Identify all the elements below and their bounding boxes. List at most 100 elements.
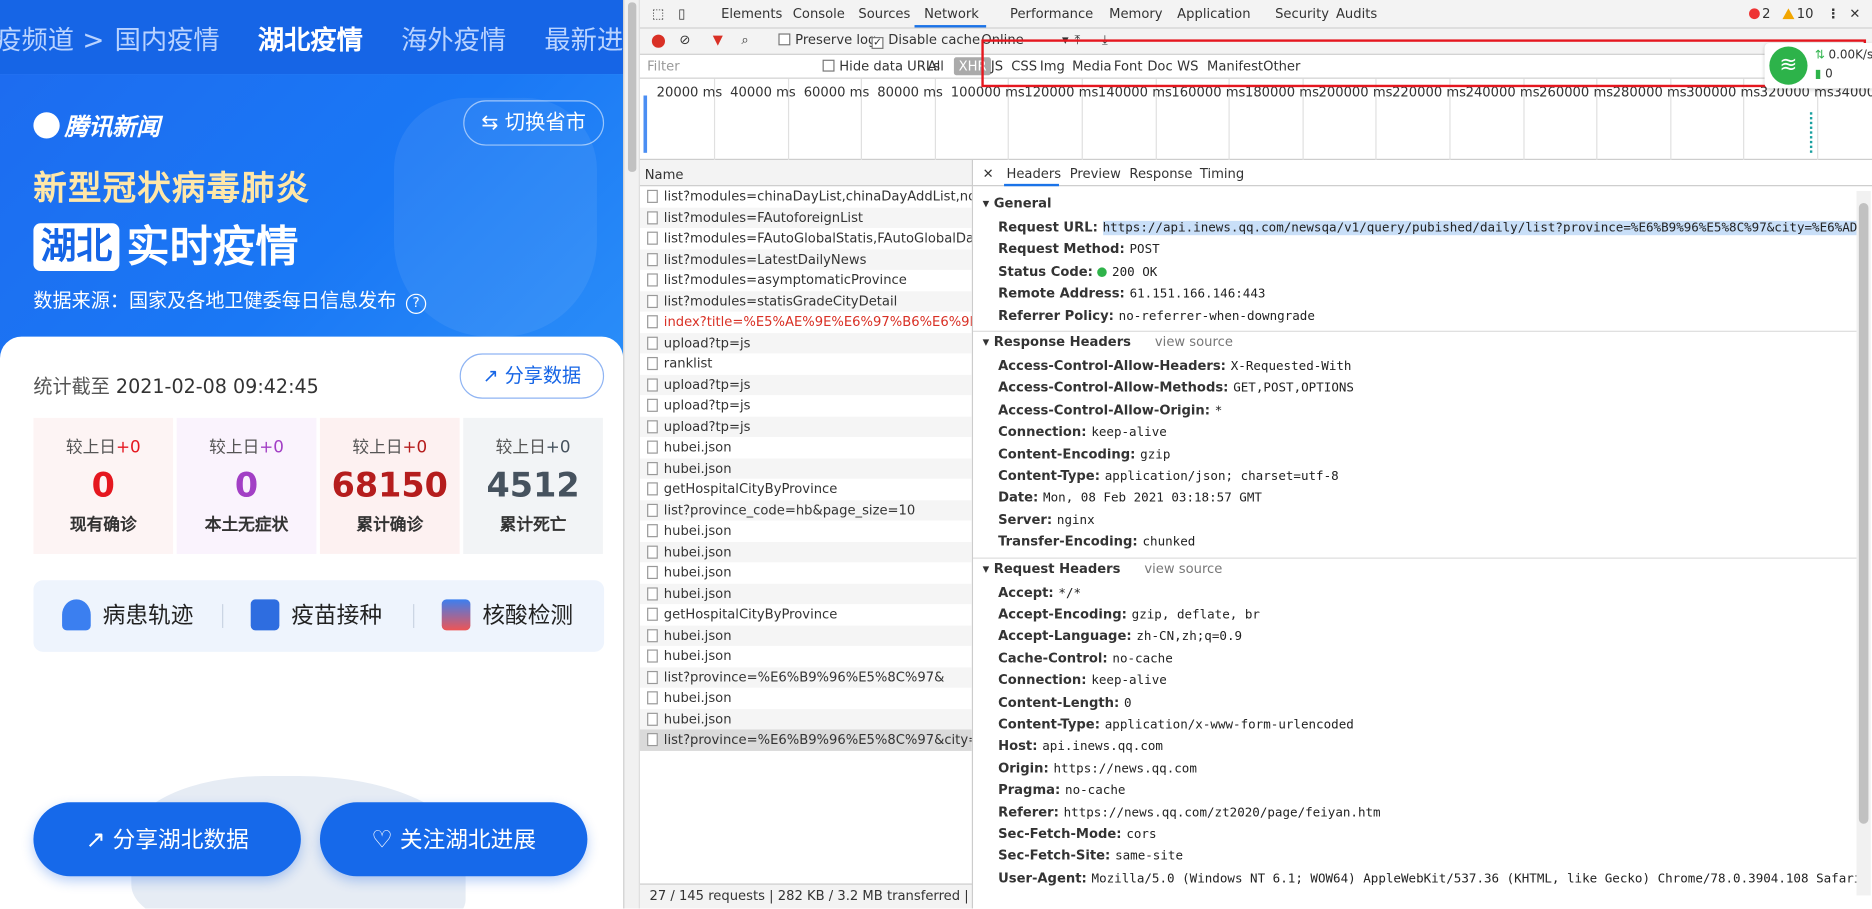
header-value[interactable]: gzip, deflate, br	[1132, 608, 1260, 622]
header-value[interactable]: zh-CN,zh;q=0.9	[1136, 630, 1242, 644]
header-value[interactable]: no-referrer-when-downgrade	[1119, 309, 1315, 323]
header-value[interactable]: keep-alive	[1091, 674, 1166, 688]
header-value[interactable]: https://api.inews.qq.com/newsqa/v1/query…	[1102, 220, 1862, 236]
switch-province-button[interactable]: ⇆ 切换省市	[463, 100, 605, 146]
request-headers-section[interactable]: ▾ Request Headers view source	[983, 561, 1223, 577]
nav-item-latest[interactable]: 最新进	[544, 19, 623, 57]
request-row[interactable]: hubei.json	[640, 646, 972, 667]
filter-icon[interactable]: ▼	[713, 32, 723, 48]
tab-preview[interactable]: Preview	[1070, 166, 1121, 182]
share-data-button[interactable]: ↗ 分享数据	[459, 353, 605, 399]
request-row[interactable]: hubei.json	[640, 688, 972, 709]
request-row[interactable]: list?province=%E6%B9%96%E5%8C%97&	[639, 666, 972, 688]
header-value[interactable]: application/x-www-form-urlencoded	[1105, 718, 1354, 732]
header-value[interactable]: *	[1215, 403, 1223, 417]
nav-item-hubei[interactable]: 湖北疫情	[258, 19, 363, 57]
help-icon[interactable]: ?	[405, 293, 427, 314]
request-row[interactable]: upload?tp=js	[640, 395, 972, 416]
response-headers-section[interactable]: ▾ Response Headers view source	[983, 334, 1233, 350]
tab-security[interactable]: Security	[1275, 6, 1329, 22]
header-value[interactable]: nginx	[1057, 513, 1095, 527]
header-value[interactable]: X-Requested-With	[1231, 359, 1352, 373]
request-row[interactable]: hubei.json	[639, 457, 972, 479]
request-row[interactable]: upload?tp=js	[639, 416, 972, 437]
header-value[interactable]: 0	[1124, 696, 1132, 710]
search-icon[interactable]: ⌕	[741, 32, 748, 49]
header-value[interactable]: no-cache	[1112, 652, 1172, 666]
header-value[interactable]: 61.151.166.146:443	[1130, 287, 1266, 301]
nucleic-test-link[interactable]: 核酸检测	[441, 580, 573, 652]
record-button[interactable]	[651, 34, 665, 48]
header-value[interactable]: application/json; charset=utf-8	[1105, 469, 1339, 483]
preserve-log-checkbox[interactable]: Preserve log	[778, 32, 876, 48]
header-value[interactable]: https://news.qq.com	[1054, 761, 1197, 775]
tab-performance[interactable]: Performance	[1010, 6, 1093, 22]
warning-count[interactable]: 10	[1782, 6, 1814, 21]
tab-memory[interactable]: Memory	[1109, 6, 1162, 22]
request-row[interactable]: list?modules=chinaDayList,chinaDayAddLis…	[640, 186, 972, 207]
disable-cache-checkbox[interactable]: ✓ Disable cache	[871, 32, 980, 49]
share-hubei-button[interactable]: ↗ 分享湖北数据	[33, 802, 301, 877]
request-row[interactable]: list?modules=asymptomaticProvince	[640, 270, 972, 291]
request-row[interactable]: getHospitalCityByProvince	[640, 479, 972, 500]
request-row[interactable]: list?modules=LatestDailyNews	[639, 248, 972, 270]
header-value[interactable]: keep-alive	[1091, 425, 1166, 439]
header-value[interactable]: chunked	[1142, 535, 1195, 549]
request-row[interactable]: list?province=%E6%B9%96%E5%8C%97&city=%E…	[639, 729, 972, 751]
tab-application[interactable]: Application	[1177, 6, 1250, 22]
request-row[interactable]: hubei.json	[640, 521, 972, 542]
tab-elements[interactable]: Elements	[721, 6, 782, 22]
request-row[interactable]: list?modules=FAutoGlobalStatis,FAutoGlob…	[640, 228, 972, 249]
header-value[interactable]: GET,POST,OPTIONS	[1233, 381, 1354, 395]
request-row[interactable]: ranklist	[640, 353, 972, 374]
tab-headers[interactable]: Headers	[1006, 166, 1061, 182]
header-value[interactable]: 200 OK	[1112, 265, 1157, 279]
view-source-link[interactable]: view source	[1144, 561, 1222, 577]
filter-input[interactable]: Filter	[647, 59, 680, 75]
request-row[interactable]: upload?tp=js	[639, 374, 972, 396]
header-value[interactable]: same-site	[1115, 849, 1183, 863]
request-row[interactable]: upload?tp=js	[639, 332, 972, 354]
tab-console[interactable]: Console	[793, 6, 845, 22]
tab-response[interactable]: Response	[1129, 166, 1192, 182]
header-value[interactable]: Mon, 08 Feb 2021 03:18:57 GMT	[1043, 491, 1262, 505]
nav-item-epidemic[interactable]: 疫频道 >	[0, 19, 104, 57]
general-section[interactable]: ▾ General	[983, 196, 1052, 212]
nav-item-overseas[interactable]: 海外疫情	[401, 19, 506, 57]
request-row[interactable]: hubei.json	[640, 437, 972, 458]
request-row[interactable]: index?title=%E5%AE%9E%E6%97%B6%E6%9B%B4%…	[640, 312, 972, 333]
device-toolbar-icon[interactable]: ▯	[678, 6, 685, 22]
request-row[interactable]: hubei.json	[639, 583, 972, 605]
follow-hubei-button[interactable]: ♡ 关注湖北进展	[319, 802, 588, 877]
header-value[interactable]: Mozilla/5.0 (Windows NT 6.1; WOW64) Appl…	[1092, 871, 1862, 885]
nav-item-domestic[interactable]: 国内疫情	[115, 19, 220, 57]
request-row[interactable]: list?modules=FAutoforeignList	[639, 207, 972, 229]
detail-scrollbar[interactable]	[1856, 191, 1871, 896]
hide-data-urls-checkbox[interactable]: Hide data URLs	[822, 59, 940, 74]
close-icon[interactable]: ✕	[1849, 6, 1860, 22]
filter-all[interactable]: All	[928, 59, 944, 75]
clear-icon[interactable]: ⊘	[679, 32, 690, 48]
tab-sources[interactable]: Sources	[858, 6, 910, 22]
view-source-link[interactable]: view source	[1155, 334, 1233, 350]
scrollbar-thumb[interactable]	[627, 2, 637, 172]
request-row[interactable]: hubei.json	[639, 708, 972, 730]
request-row[interactable]: list?modules=statisGradeCityDetail	[639, 290, 972, 312]
header-value[interactable]: https://news.qq.com/zt2020/page/feiyan.h…	[1064, 805, 1381, 819]
network-timeline[interactable]: 20000 ms 40000 ms 60000 ms 80000 ms 100000 m…	[639, 78, 1872, 160]
page-scrollbar[interactable]	[624, 0, 640, 909]
patient-track-link[interactable]: 病患轨迹	[62, 580, 193, 652]
request-row[interactable]: hubei.json	[640, 562, 972, 583]
header-value[interactable]: gzip	[1140, 447, 1170, 461]
header-value[interactable]: */*	[1058, 586, 1081, 600]
close-detail-icon[interactable]: ✕	[983, 166, 994, 182]
header-value[interactable]: no-cache	[1065, 783, 1125, 797]
header-value[interactable]: api.inews.qq.com	[1042, 739, 1163, 753]
request-row[interactable]: hubei.json	[639, 624, 972, 646]
header-value[interactable]: cors	[1126, 827, 1156, 841]
request-row[interactable]: hubei.json	[639, 541, 972, 563]
more-menu-icon[interactable]: ⋮	[1827, 6, 1840, 22]
request-row[interactable]: list?province_code=hb&page_size=10	[639, 499, 972, 521]
name-column-header[interactable]: Name	[639, 159, 974, 187]
tab-network[interactable]: Network	[924, 6, 979, 22]
